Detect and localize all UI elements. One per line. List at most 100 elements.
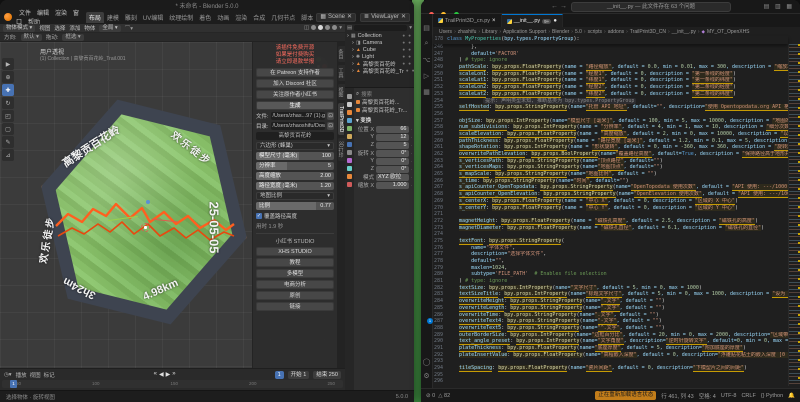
transform-section-header[interactable]: ▾ 变换	[356, 116, 412, 124]
extensions-icon[interactable]: ▦	[423, 88, 430, 96]
viewport-menu-选择[interactable]: 选择	[54, 24, 65, 32]
code-line[interactable]: 250 scaleLon1: bpy.props.FloatProperty(n…	[433, 71, 788, 78]
location-value-X[interactable]: 66	[376, 126, 409, 133]
close-icon[interactable]: ✕	[401, 13, 406, 21]
code-line[interactable]: 291 plateThickness: bpy.props.FloatPrope…	[433, 345, 788, 352]
link-button-教程[interactable]: 教程	[256, 258, 334, 267]
gear-icon[interactable]: ⚙	[423, 372, 429, 380]
properties-tab-9[interactable]	[347, 166, 352, 171]
encoding-indicator[interactable]: UTF-8	[721, 393, 737, 399]
code-line[interactable]: 289 outerBorderSize: bpy.props.IntProper…	[433, 332, 788, 339]
workspace-tab-着色[interactable]: 着色	[196, 12, 214, 23]
breadcrumb-item[interactable]: Library	[482, 29, 497, 35]
viewlayer-selector[interactable]: ≣ViewLayer ✕	[360, 13, 410, 22]
code-line[interactable]: 267 s_apiCounter_OpenTopodata: bpy.props…	[433, 184, 788, 191]
code-line[interactable]: 275 textFont: bpy.props.StringProperty(	[433, 238, 788, 245]
folder-icon[interactable]: ⊡	[327, 112, 334, 120]
breadcrumb-item[interactable]: zhashifu	[458, 29, 477, 35]
breadcrumb-item[interactable]: 5.0	[575, 29, 582, 35]
workspace-tab-动画[interactable]: 动画	[214, 12, 232, 23]
code-line[interactable]: 295	[433, 372, 788, 379]
code-line[interactable]: 277 description="选择字体文件",	[433, 251, 788, 258]
timeline-menu-标记[interactable]: 标记	[44, 371, 55, 379]
slider-路径宽度 (毫米)[interactable]: 路径宽度 (毫米)1.20	[256, 182, 334, 190]
close-icon[interactable]: ✕	[347, 13, 352, 21]
code-line[interactable]: 288 overwriteText5: bpy.props.StringProp…	[433, 325, 788, 332]
workspace-tab-布局[interactable]: 布局	[86, 12, 104, 23]
breadcrumb-item[interactable]: scripts	[588, 29, 602, 35]
code-line[interactable]: 256	[433, 111, 788, 118]
lock-icon[interactable]: ·	[411, 159, 413, 164]
slider-高度缩放[interactable]: 高度缩放2.00	[256, 172, 334, 180]
lock-icon[interactable]: ·	[411, 183, 413, 188]
code-line[interactable]: 251 scaleLat1: bpy.props.FloatProperty(n…	[433, 77, 788, 84]
cursor-position[interactable]: 行 461, 列 43	[661, 392, 693, 400]
viewport-menu-视图[interactable]: 视图	[39, 24, 50, 32]
code-line[interactable]: 287 overwriteText4: bpy.props.StringProp…	[433, 318, 788, 325]
sidebar-tab-TrailPrint3D[interactable]: TrailPrint3D	[338, 103, 344, 135]
rotation-mode-row[interactable]: 模式XYZ 欧拉·	[356, 173, 412, 181]
search-icon[interactable]: ⌕	[425, 40, 429, 48]
lock-icon[interactable]: ·	[411, 143, 413, 148]
code-line[interactable]: 248 ) # type: ignore	[433, 57, 788, 64]
file-path-field[interactable]: /Users/zhas...97 (1).gpx	[271, 112, 325, 120]
close-icon[interactable]: ×	[492, 18, 496, 24]
shape-dropdown[interactable]: 六边形 (蜂巢)▾	[256, 142, 334, 150]
outliner-row[interactable]: ›▲高黎贡百花岭_Tr● ●	[347, 67, 412, 74]
sidebar-tab-工具[interactable]: 工具	[338, 65, 345, 81]
expand-icon[interactable]: ›	[352, 61, 354, 67]
visibility-toggles[interactable]: ● ●	[402, 33, 412, 38]
modified-dot-icon[interactable]: ●	[553, 18, 557, 24]
code-line[interactable]: 253 scaleLat2: bpy.props.FloatProperty(n…	[433, 91, 788, 98]
code-line[interactable]: 263 s_verticesPath: bpy.props.StringProp…	[433, 158, 788, 165]
expand-icon[interactable]: ›	[347, 33, 349, 39]
timeline-scrubber[interactable]: 1 50100150200250	[2, 380, 343, 388]
rotate-tool[interactable]: ↻	[2, 97, 14, 109]
properties-tab-8[interactable]	[347, 158, 352, 163]
support-button[interactable]: 在 Patreon 支持作者	[256, 68, 334, 77]
measure-tool[interactable]: ⊿	[2, 149, 14, 161]
lock-icon[interactable]: ·	[411, 135, 413, 140]
folder-icon[interactable]: ⊡	[327, 122, 334, 130]
workspace-tab-纹理绘制[interactable]: 纹理绘制	[166, 12, 196, 23]
source-control-icon[interactable]: ⌥	[422, 56, 430, 64]
code-line[interactable]: 292 plateInsertValue: bpy.props.FloatPro…	[433, 352, 788, 359]
menu-文件[interactable]: 文件	[16, 11, 34, 17]
sidebar-tab-3D打印[interactable]: 3D打印	[338, 138, 345, 160]
expand-icon[interactable]: ›	[352, 54, 354, 60]
play-button[interactable]: ▶	[166, 371, 171, 378]
properties-tab-6[interactable]	[347, 142, 352, 147]
shading-rendered-icon[interactable]	[332, 25, 337, 30]
visibility-toggles[interactable]: ● ●	[402, 61, 412, 66]
viewport-menu-物体[interactable]: 物体	[84, 24, 95, 32]
code-line[interactable]: 294 tileSpacing: bpy.props.FloatProperty…	[433, 365, 788, 372]
shading-material-icon[interactable]	[325, 25, 330, 30]
workspace-tab-脚本[interactable]: 脚本	[298, 12, 316, 23]
outliner-row[interactable]: ›▦Collection● ●	[347, 32, 412, 39]
code-editor[interactable]: 246 },247 default='FACTOR'248 ) # type: …	[433, 44, 788, 386]
code-line[interactable]: 269 s_centerX: bpy.props.FloatProperty(n…	[433, 198, 788, 205]
code-line[interactable]: 257 objSize: bpy.props.IntProperty(name=…	[433, 118, 788, 125]
properties-tab-7[interactable]	[347, 150, 352, 155]
code-line[interactable]: 252 scaleLon2: bpy.props.FloatProperty(n…	[433, 84, 788, 91]
workspace-tab-合成[interactable]: 合成	[250, 12, 268, 23]
code-line[interactable]: 265 s_mapScale: bpy.props.StringProperty…	[433, 171, 788, 178]
move-tool[interactable]: ✚	[2, 84, 14, 96]
code-line[interactable]: 276 name="字体文件",	[433, 245, 788, 252]
workspace-tab-UV编辑[interactable]: UV编辑	[140, 12, 166, 23]
link-button-多模型[interactable]: 多模型	[256, 269, 334, 278]
playhead[interactable]: 1	[10, 380, 17, 388]
sticky-scroll-line[interactable]: 178 class MyProperties(bpy.types.Propert…	[433, 36, 788, 44]
link-button-链接[interactable]: 链接	[256, 302, 334, 311]
code-line[interactable]: 284 overwriteHeight: bpy.props.StringPro…	[433, 298, 788, 305]
code-line[interactable]: 285 overwriteLength: bpy.props.StringPro…	[433, 305, 788, 312]
sidebar-tab-条目[interactable]: 条目	[338, 46, 345, 62]
jump-start-button[interactable]: «	[154, 371, 157, 378]
code-line[interactable]: 282 textSize: bpy.props.IntProperty(name…	[433, 285, 788, 292]
code-line[interactable]: 279 maxlen=1024,	[433, 265, 788, 272]
breadcrumb-item[interactable]: __init__.py	[672, 29, 696, 35]
viewport-menu-添加[interactable]: 添加	[69, 24, 80, 32]
rotation-value-Y[interactable]: 0°	[376, 158, 409, 165]
code-line[interactable]: 271	[433, 211, 788, 218]
orientation-dropdown[interactable]: 全局 ▾	[99, 25, 120, 32]
